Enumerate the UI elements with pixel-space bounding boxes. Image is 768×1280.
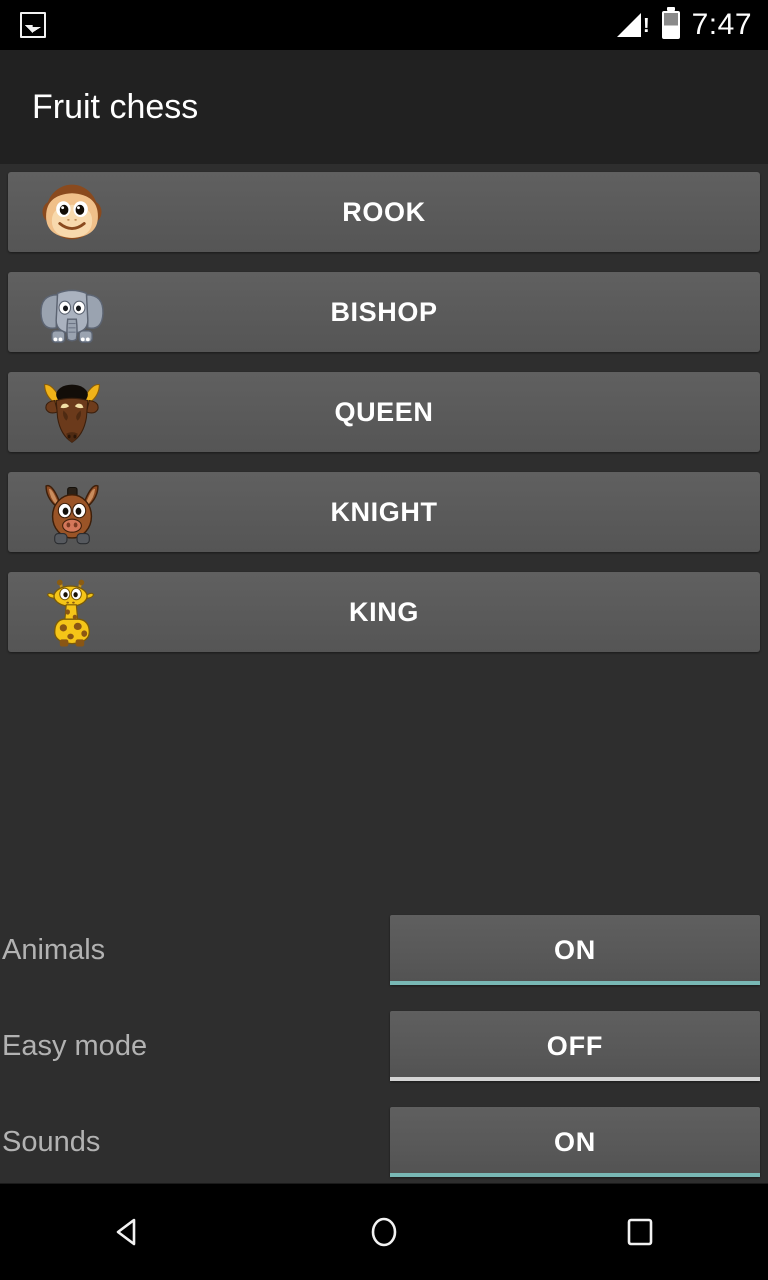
toggle-sounds-value: ON xyxy=(553,1126,597,1157)
back-triangle-icon[interactable] xyxy=(73,1184,183,1280)
toggle-easy-mode-underline xyxy=(390,1077,760,1081)
status-bar-system-icons: ! 7:47 xyxy=(616,8,752,42)
bull-icon xyxy=(36,376,108,448)
app-header: Fruit chess xyxy=(0,50,768,164)
signal-triangle-icon xyxy=(616,13,641,37)
toggle-easy-mode-value: OFF xyxy=(546,1030,604,1061)
piece-button-king[interactable]: KING xyxy=(8,572,760,652)
giraffe-icon xyxy=(36,576,108,648)
app-screen: ! 7:47 Fruit chess ROOK BISHOP QUEEN KNI… xyxy=(0,0,768,1280)
setting-row-easy-mode: Easy mode OFF xyxy=(0,1011,768,1081)
settings-section: Animals ON Easy mode OFF Sounds ON xyxy=(0,915,768,1183)
signal-warning-icon: ! xyxy=(642,15,650,37)
android-navigation-bar xyxy=(0,1183,768,1280)
toggle-sounds-underline xyxy=(390,1173,760,1177)
page-title: Fruit chess xyxy=(32,87,199,126)
setting-row-animals: Animals ON xyxy=(0,915,768,985)
home-circle-icon[interactable] xyxy=(329,1184,439,1280)
elephant-icon xyxy=(36,276,108,348)
piece-label: KNIGHT xyxy=(330,496,438,527)
toggle-animals-underline xyxy=(390,981,760,985)
main-content: ROOK BISHOP QUEEN KNIGHT KING Animals ON… xyxy=(0,164,768,1183)
status-bar-notifications xyxy=(20,12,46,38)
toggle-animals-value: ON xyxy=(553,934,597,965)
piece-label: ROOK xyxy=(342,196,426,227)
battery-icon xyxy=(661,11,680,39)
piece-button-knight[interactable]: KNIGHT xyxy=(8,472,760,552)
recents-square-icon[interactable] xyxy=(585,1184,695,1280)
toggle-sounds[interactable]: ON xyxy=(390,1107,760,1177)
setting-label-easy-mode: Easy mode xyxy=(2,1029,148,1062)
setting-row-sounds: Sounds ON xyxy=(0,1107,768,1177)
signal-no-sim-icon: ! xyxy=(616,13,650,37)
toggle-animals[interactable]: ON xyxy=(390,915,760,985)
piece-list: ROOK BISHOP QUEEN KNIGHT KING xyxy=(0,172,768,652)
piece-label: BISHOP xyxy=(330,296,438,327)
piece-label: KING xyxy=(349,596,419,627)
monkey-icon xyxy=(36,176,108,248)
toggle-easy-mode[interactable]: OFF xyxy=(390,1011,760,1081)
horse-icon xyxy=(36,476,108,548)
piece-button-rook[interactable]: ROOK xyxy=(8,172,760,252)
setting-label-animals: Animals xyxy=(2,933,106,966)
setting-label-sounds: Sounds xyxy=(2,1125,101,1158)
piece-button-bishop[interactable]: BISHOP xyxy=(8,272,760,352)
piece-label: QUEEN xyxy=(334,396,434,427)
piece-button-queen[interactable]: QUEEN xyxy=(8,372,760,452)
photo-icon xyxy=(20,12,46,38)
status-bar-clock: 7:47 xyxy=(691,8,752,41)
status-bar: ! 7:47 xyxy=(0,0,768,50)
